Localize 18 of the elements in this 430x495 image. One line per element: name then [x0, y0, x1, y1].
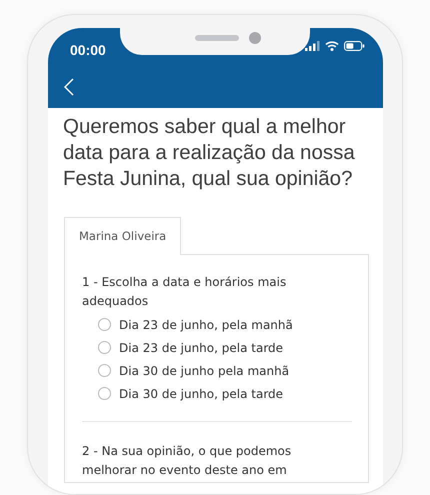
wifi-icon [325, 41, 339, 51]
back-icon[interactable] [64, 78, 74, 96]
survey-title: Queremos saber qual a melhor data para a realização da nossa Festa Junina, qual sua opinião? [62, 114, 356, 192]
option-label[interactable]: Dia 30 de junho, pela tarde [119, 384, 284, 403]
status-time: 00:00 [70, 41, 106, 60]
question-text: 1 - Escolha a data e horários mais adequados [82, 274, 288, 310]
radio-button[interactable] [98, 318, 111, 332]
option-label[interactable]: Dia 23 de junho, pela manhã [119, 316, 293, 334]
speaker-icon [195, 35, 239, 41]
question-text: 2 - Na sua opinião, o que podemos melhorar no evento deste ano em [82, 443, 292, 480]
radio-button[interactable] [98, 341, 111, 354]
option-label[interactable]: Dia 23 de junho, pela tarde [119, 338, 284, 357]
camera-icon [249, 32, 261, 44]
radio-button[interactable] [98, 387, 111, 400]
radio-button[interactable] [98, 364, 111, 378]
battery-icon [344, 41, 365, 51]
tab[interactable]: Marina Oliveira [64, 217, 182, 256]
option-label[interactable]: Dia 30 de junho pela manhã [119, 362, 290, 380]
